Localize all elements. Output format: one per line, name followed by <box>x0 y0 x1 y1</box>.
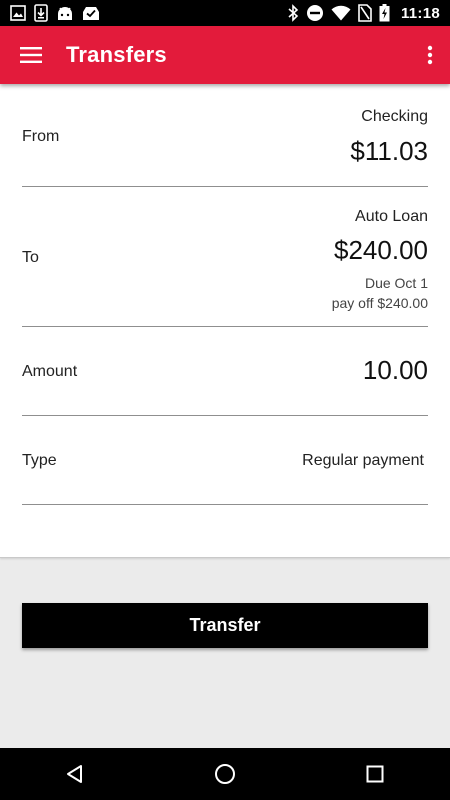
to-account-balance: $240.00 <box>334 235 428 265</box>
amount-field[interactable]: 10.00 <box>363 355 428 386</box>
bluetooth-icon <box>287 4 299 22</box>
recents-icon[interactable] <box>345 748 405 800</box>
download-icon <box>34 4 48 22</box>
type-row[interactable]: Type Regular payment <box>22 416 428 505</box>
type-label: Type <box>22 452 57 469</box>
amount-label: Amount <box>22 363 78 380</box>
from-account-balance: $11.03 <box>350 136 428 166</box>
navigation-bar <box>0 748 450 800</box>
from-account-name: Checking <box>361 108 428 125</box>
from-label: From <box>22 128 60 145</box>
to-account-row[interactable]: To Auto Loan $240.00 Due Oct 1 pay off $… <box>22 187 428 327</box>
due-date: Due Oct 1 <box>364 275 428 291</box>
hamburger-menu-icon[interactable] <box>19 43 43 67</box>
page-title: Transfers <box>66 42 167 67</box>
photo-icon <box>10 5 26 21</box>
wifi-icon <box>331 5 351 21</box>
app-bar: Transfers <box>0 26 450 84</box>
do-not-disturb-icon <box>306 4 324 22</box>
to-label: To <box>22 249 39 266</box>
home-icon[interactable] <box>195 748 255 800</box>
back-icon[interactable] <box>45 748 105 800</box>
status-bar-right: 11:18 <box>287 4 440 22</box>
from-account-row[interactable]: From Checking $11.03 <box>22 84 428 187</box>
more-vert-icon[interactable] <box>422 43 438 67</box>
payoff-amount: pay off $240.00 <box>331 295 428 311</box>
status-bar-left <box>10 4 100 22</box>
to-account-name: Auto Loan <box>355 208 428 225</box>
transfer-button[interactable]: Transfer <box>22 603 428 648</box>
transfer-form: From Checking $11.03 To Auto Loan $240.0… <box>0 84 450 558</box>
amount-row[interactable]: Amount 10.00 <box>22 327 428 416</box>
status-bar: 11:18 <box>0 0 450 26</box>
android-icon <box>56 5 74 21</box>
inbox-check-icon <box>82 5 100 21</box>
status-time: 11:18 <box>400 4 440 22</box>
battery-charging-icon <box>379 4 390 22</box>
no-sim-icon <box>358 4 372 22</box>
type-select[interactable]: Regular payment <box>302 452 424 470</box>
